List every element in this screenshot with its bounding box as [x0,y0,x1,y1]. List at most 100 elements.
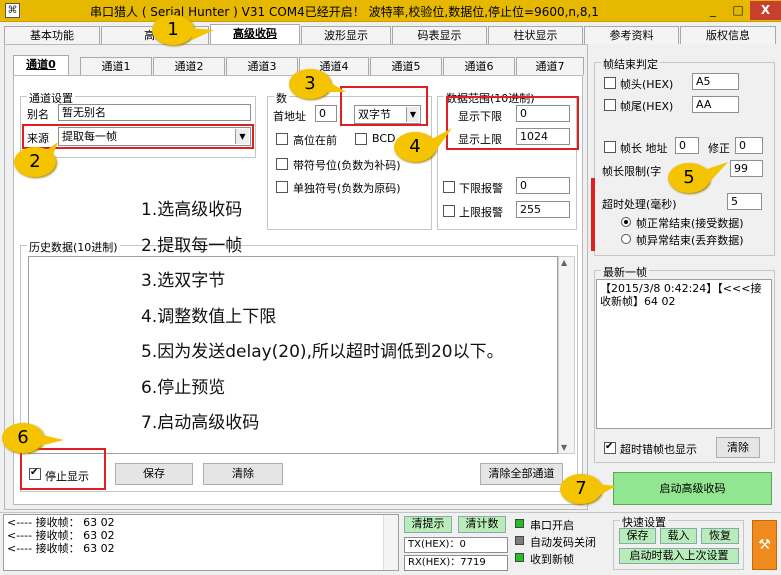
step-1: 1.选高级收码 [141,200,243,220]
auto-send-led [515,536,524,545]
new-frame-led [515,553,524,562]
frame-head-label: 帧头(HEX) [620,78,674,91]
clear-count-button[interactable]: 清计数 [458,516,506,533]
step-7: 7.启动高级收码 [141,413,260,433]
high-first-checkbox[interactable] [276,133,288,145]
tab-copyright[interactable]: 版权信息 [680,26,776,44]
callout-7: 7 [560,474,602,504]
timeout-label: 超时处理(毫秒) [602,198,677,211]
frame-abnormal-radio[interactable] [621,234,631,244]
start-advanced-receive-button[interactable]: 启动高级收码 [613,472,772,505]
history-scrollbar[interactable]: ▲ ▼ [558,256,575,454]
highlight-stop [20,448,106,490]
separate-sign-checkbox[interactable] [276,181,288,193]
step-5: 5.因为发送delay(20),所以超时调低到20以下。 [141,342,504,362]
low-alarm-checkbox[interactable] [443,181,455,193]
latest-clear-button[interactable]: 清除 [716,437,760,458]
fix-input[interactable]: 0 [735,137,763,154]
timeout-input[interactable]: 5 [727,193,762,210]
log-line: <---- 接收帧： 63 02 [7,516,115,529]
main-tab-bar: 基本功能 高级 高级收码 波形显示 码表显示 柱状显示 参考资料 版权信息 [4,24,778,44]
log-area[interactable]: <---- 接收帧： 63 02 <---- 接收帧： 63 02 <---- … [3,514,399,571]
callout-4: 4 [394,132,436,162]
scroll-down-icon[interactable]: ▼ [561,443,567,452]
tab-channel-2[interactable]: 通道2 [153,57,225,75]
tab-channel-7[interactable]: 通道7 [516,57,584,75]
timeout-error-label: 超时错帧也显示 [620,443,697,456]
alias-input[interactable]: 暂无别名 [58,104,251,121]
callout-6: 6 [2,423,44,453]
tab-basic[interactable]: 基本功能 [4,26,100,44]
tab-channel-0[interactable]: 通道0 [13,55,69,75]
quick-load-button[interactable]: 载入 [660,528,697,544]
tab-reference[interactable]: 参考资料 [584,26,679,44]
tab-bar-chart[interactable]: 柱状显示 [488,26,583,44]
scroll-up-icon[interactable]: ▲ [561,258,567,267]
step-3: 3.选双字节 [141,271,226,291]
frame-length-checkbox[interactable] [604,141,616,153]
rx-value: 7719 [460,557,486,568]
signed-checkbox[interactable] [276,158,288,170]
tx-label: TX(HEX)： [408,539,460,550]
bcd-checkbox[interactable] [355,133,367,145]
tab-channel-1[interactable]: 通道1 [80,57,152,75]
log-line: <---- 接收帧： 63 02 [7,529,115,542]
highlight-range [446,96,579,150]
highlight-timeout [591,178,595,251]
tab-channel-5[interactable]: 通道5 [370,57,442,75]
low-alarm-input[interactable]: 0 [516,177,570,194]
log-scrollbar[interactable] [383,515,398,570]
history-label: 历史数据(10进制) [27,239,120,255]
frame-head-checkbox[interactable] [604,77,616,89]
minimize-button[interactable]: _ [700,1,726,20]
port-open-led [515,519,524,528]
quick-save-button[interactable]: 保存 [619,528,656,544]
tx-value: 0 [459,539,466,550]
tab-code-table[interactable]: 码表显示 [392,26,487,44]
frame-normal-radio[interactable] [621,217,631,227]
latest-frame-text: 【2015/3/8 0:42:24】【<<<接收新帧】64 02 [596,279,772,429]
callout-3: 3 [289,69,331,99]
signed-label: 带符号位(负数为补码) [293,159,401,172]
tab-advanced-receive[interactable]: 高级收码 [210,24,300,44]
alias-label: 别名 [27,108,49,121]
timeout-error-checkbox[interactable] [604,441,616,454]
frame-length-address-input[interactable]: 0 [675,137,699,154]
callout-2: 2 [14,147,56,177]
frame-head-input[interactable]: A5 [692,73,739,90]
callout-5: 5 [668,163,710,193]
rx-counter: RX(HEX)：7719 [404,555,508,571]
tab-waveform[interactable]: 波形显示 [301,26,391,44]
high-first-label: 高位在前 [293,134,337,147]
startup-load-button[interactable]: 启动时载入上次设置 [619,548,739,564]
frame-limit-input[interactable]: 99 [730,160,763,177]
tool-icon[interactable]: ⚒ [752,520,777,570]
history-clear-button[interactable]: 清除 [203,463,283,485]
start-address-label: 首地址 [273,110,306,123]
high-alarm-input[interactable]: 255 [516,201,570,218]
bcd-label: BCD [372,132,396,145]
callout-1: 1 [152,15,194,45]
maximize-button[interactable]: □ [726,1,750,20]
high-alarm-label: 上限报警 [459,206,503,219]
frame-end-label: 帧结束判定 [601,56,660,72]
close-button[interactable]: X [750,1,781,20]
high-alarm-checkbox[interactable] [443,205,455,217]
log-line: <---- 接收帧： 63 02 [7,542,115,555]
start-address-input[interactable]: 0 [315,105,337,122]
tab-channel-3[interactable]: 通道3 [226,57,298,75]
quick-restore-button[interactable]: 恢复 [701,528,739,544]
clear-all-channels-button[interactable]: 清除全部通道 [480,463,563,485]
new-frame-label: 收到新帧 [530,553,574,566]
history-save-button[interactable]: 保存 [115,463,193,485]
frame-normal-label: 帧正常结束(接受数据) [636,217,744,230]
frame-tail-checkbox[interactable] [604,99,616,111]
step-4: 4.调整数值上下限 [141,307,277,327]
fix-label: 修正 [708,142,730,155]
separate-sign-label: 单独符号(负数为原码) [293,182,401,195]
tab-channel-6[interactable]: 通道6 [443,57,515,75]
frame-tail-input[interactable]: AA [692,96,739,113]
highlight-bytes [340,86,428,126]
rx-label: RX(HEX)： [408,557,461,568]
clear-tip-button[interactable]: 清提示 [404,516,452,533]
